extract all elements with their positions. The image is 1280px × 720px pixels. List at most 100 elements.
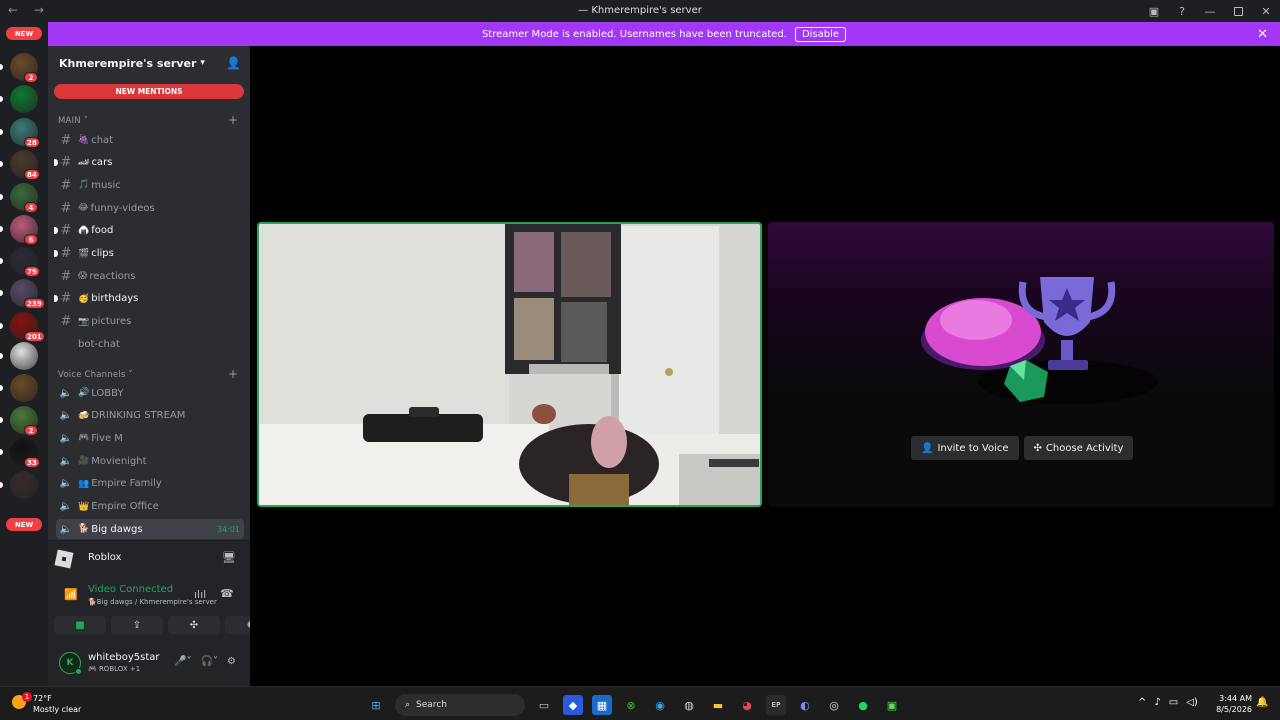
voice-channel-empire-family[interactable]: 🔈 👥 Empire Family [56, 474, 244, 494]
voice-status[interactable]: Video Connected [88, 584, 173, 595]
discord-icon[interactable]: ◐ [795, 695, 815, 715]
server-mention-badge: 239 [24, 298, 45, 309]
edge-icon[interactable]: ◉ [650, 695, 670, 715]
text-channel-reactions[interactable]: # 😱 reactions [56, 266, 244, 286]
voice-channel-movienight[interactable]: 🔈 🎥 Movienight [56, 451, 244, 471]
server-icon[interactable] [10, 342, 38, 370]
task-view-icon[interactable]: ▭ [534, 695, 554, 715]
chrome-icon[interactable]: ◕ [737, 695, 757, 715]
server-icon[interactable] [10, 374, 38, 402]
choose-activity-button[interactable]: ✣ Choose Activity [1023, 436, 1134, 460]
channel-emoji: 🍻 [78, 410, 90, 421]
network-icon[interactable]: ▭ [1169, 697, 1178, 708]
voice-channel-drinking-stream[interactable]: 🔈 🍻 DRINKING STREAM [56, 406, 244, 426]
server-mention-badge: 6 [24, 234, 38, 245]
video-tile[interactable] [257, 222, 762, 507]
channel-name: chat [91, 134, 114, 146]
help-icon[interactable]: ? [1168, 0, 1196, 22]
unread-pill [0, 96, 3, 102]
invite-to-voice-button[interactable]: 👤 Invite to Voice [911, 436, 1019, 460]
steam-icon[interactable]: ◍ [679, 695, 699, 715]
add-text-channel-icon[interactable]: + [228, 113, 238, 127]
disable-button[interactable]: Disable [794, 26, 847, 42]
choose-label: Choose Activity [1045, 442, 1124, 454]
volume-icon[interactable]: ◁) [1186, 697, 1198, 708]
weather-widget[interactable]: 1 72°F Mostly clear [12, 692, 81, 715]
epic-games-icon[interactable]: EP [766, 695, 786, 715]
headphones-icon[interactable]: 🎧˅ [201, 656, 218, 667]
server-header[interactable]: Khmerempire's server ▾ 👤 [48, 46, 250, 80]
disconnect-icon[interactable]: ☎ [220, 587, 234, 600]
hash-icon: # [60, 132, 72, 148]
noise-suppression-icon[interactable]: ılıl [194, 588, 206, 601]
app-icon-green[interactable]: ▣ [882, 695, 902, 715]
stream-game-icon[interactable]: 🖥 [222, 551, 236, 564]
app-icon-blue[interactable]: ◆ [563, 695, 583, 715]
username[interactable]: whiteboy5star [88, 652, 159, 663]
screen-share-button[interactable]: ⇪ [111, 616, 163, 634]
channel-emoji: 🎮 [78, 433, 90, 444]
tray-chevron-icon[interactable]: ^ [1138, 697, 1146, 708]
start-icon[interactable]: ⊞ [366, 695, 386, 715]
minimize-button[interactable]: — [1196, 0, 1224, 22]
voice-channel-empire-office[interactable]: 🔈 👑 Empire Office [56, 497, 244, 517]
new-unread-top-pill[interactable]: NEW [6, 27, 42, 40]
settings-gear-icon[interactable]: ⚙ [227, 656, 236, 667]
camera-button[interactable]: ■ [54, 616, 106, 634]
obs-icon[interactable]: ◎ [824, 695, 844, 715]
category-main[interactable]: MAIN ˅ [58, 116, 88, 126]
voice-channel-big-dawgs[interactable]: 🔈 🐕 Big dawgs 34:01 [56, 519, 244, 540]
inbox-icon[interactable]: ▣ [1140, 0, 1168, 22]
channel-name: bot-chat [78, 338, 120, 350]
notification-bell-icon[interactable]: 🔔 [1256, 697, 1268, 708]
text-channel-clips[interactable]: # 🎬 clips [54, 244, 244, 264]
close-window-button[interactable]: ✕ [1252, 0, 1280, 22]
new-unread-bottom-pill[interactable]: NEW [6, 518, 42, 531]
xbox-icon[interactable]: ⊗ [621, 695, 641, 715]
tray-mic-icon[interactable]: ♪ [1154, 697, 1160, 708]
voice-action-buttons: ■ ⇪ ✣ ✺ [54, 616, 277, 634]
voice-channel-lobby[interactable]: 🔈 🔊 LOBBY [56, 383, 244, 403]
store-icon[interactable]: ▦ [592, 695, 612, 715]
activity-button[interactable]: ✣ [168, 616, 220, 634]
text-channel-bot-chat[interactable]: bot-chat [56, 334, 244, 354]
activity-bar[interactable]: Roblox 🖥 [48, 540, 250, 576]
clock[interactable]: 3:44 AM 8/5/2026 [1216, 693, 1252, 715]
category-voice[interactable]: Voice Channels ˅ [58, 370, 133, 380]
banner-close-icon[interactable]: ✕ [1257, 27, 1268, 42]
text-channel-pictures[interactable]: # 📷 pictures [56, 312, 244, 332]
signal-icon[interactable]: 📶 [64, 588, 78, 601]
search-box[interactable]: ⌕ Search [395, 694, 525, 716]
text-channel-food[interactable]: # 🍙 food [54, 221, 244, 241]
maximize-button[interactable] [1224, 0, 1252, 22]
window-titlebar: ← → — Khmerempire's server ▣ ? — ✕ [0, 0, 1280, 22]
server-icon[interactable] [10, 471, 38, 499]
add-user-icon[interactable]: 👤 [226, 56, 241, 70]
file-explorer-icon[interactable]: ▬ [708, 695, 728, 715]
server-mention-badge: 84 [24, 169, 40, 180]
hash-icon: # [60, 246, 72, 261]
hash-icon: # [60, 155, 72, 171]
channel-emoji: 🐕 [78, 524, 90, 535]
channel-emoji: 🎵 [78, 180, 90, 191]
channel-name: music [91, 179, 121, 191]
system-tray: ^ ♪ ▭ ◁) [1138, 697, 1198, 708]
text-channel-funny-videos[interactable]: # 😂 funny-videos [56, 198, 244, 218]
microphone-icon[interactable]: 🎤˅ [174, 656, 191, 667]
voice-channel-five-m[interactable]: 🔈 🎮 Five M [56, 428, 244, 448]
text-channel-birthdays[interactable]: # 🥳 birthdays [54, 289, 244, 309]
new-mentions-button[interactable]: NEW MENTIONS [54, 84, 244, 99]
server-mention-badge: 79 [24, 266, 40, 277]
server-mention-badge: 28 [24, 137, 40, 148]
channel-emoji: 🎬 [78, 248, 90, 259]
channel-emoji: 🥳 [78, 293, 90, 304]
unread-pill [0, 417, 3, 423]
add-voice-channel-icon[interactable]: + [228, 367, 238, 381]
channel-name: food [91, 225, 114, 237]
text-channel-music[interactable]: # 🎵 music [56, 175, 244, 195]
server-icon[interactable] [10, 85, 38, 113]
spotify-icon[interactable]: ● [853, 695, 873, 715]
text-channel-cars[interactable]: # 🏎 cars [54, 153, 244, 173]
text-channel-chat[interactable]: # 🍇 chat [56, 130, 244, 150]
server-mention-badge: 2 [24, 425, 38, 436]
